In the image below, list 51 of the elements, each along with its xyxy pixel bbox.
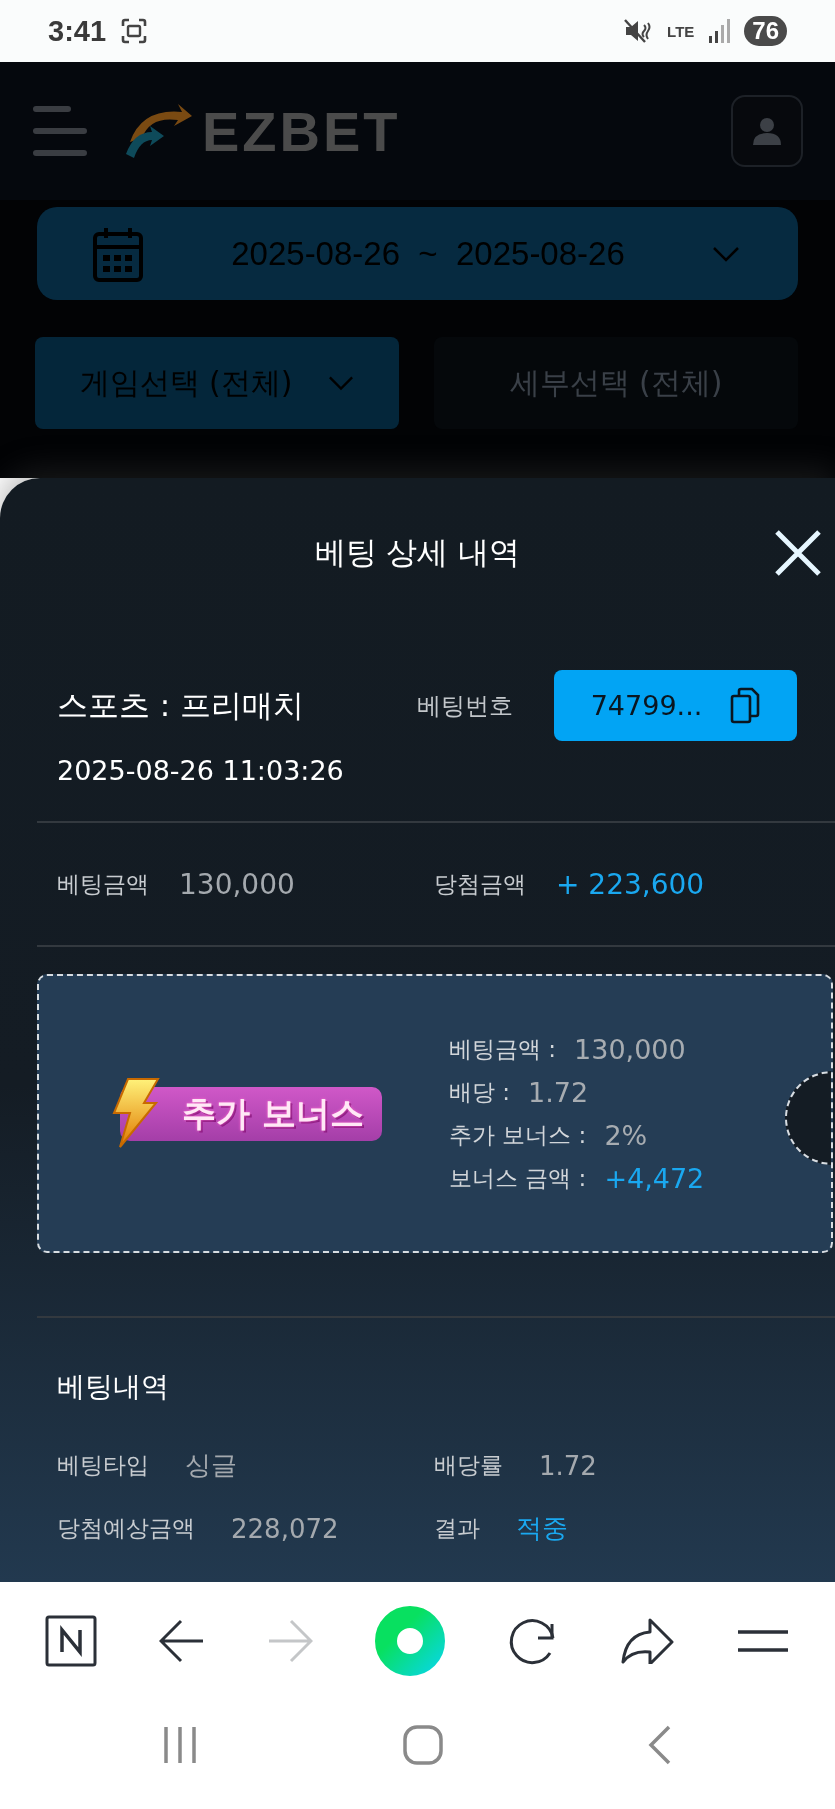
field-label: 결과 [434, 1514, 480, 1543]
field-value: 228,072 [231, 1513, 339, 1544]
field-value: 130,000 [179, 867, 295, 901]
copy-icon [730, 686, 761, 725]
field-value: 싱글 [185, 1449, 237, 1482]
ring-logo-icon[interactable] [375, 1606, 446, 1676]
menu-icon[interactable] [735, 1629, 790, 1653]
signal-icon [708, 18, 731, 44]
share-icon[interactable] [619, 1618, 674, 1664]
field-label: 당첨예상금액 [57, 1514, 195, 1543]
date-range-picker[interactable]: 2025-08-26 ~ 2025-08-26 [37, 207, 798, 300]
back-arrow-icon[interactable] [159, 1619, 206, 1663]
bet-datetime: 2025-08-26 11:03:26 [56, 755, 345, 786]
screenshot-icon [120, 17, 149, 45]
field-value: 적중 [516, 1512, 568, 1545]
section-title: 베팅내역 [56, 1369, 170, 1405]
field-label: 배당률 [434, 1451, 503, 1480]
user-icon [751, 115, 783, 147]
logo-text: EZBET [202, 98, 401, 164]
field-label: 배당 : [449, 1077, 511, 1107]
field-value: 1.72 [528, 1076, 589, 1108]
field-label: 베팅번호 [417, 690, 514, 722]
close-icon[interactable] [773, 528, 823, 578]
field-label: 보너스 금액 : [449, 1163, 587, 1193]
field-value: + 223,600 [556, 867, 705, 901]
back-icon[interactable] [647, 1724, 673, 1765]
detail-select[interactable]: 세부선택 (전체) [434, 337, 798, 429]
category-title: 스포츠 : 프리매치 [57, 685, 306, 725]
battery-level: 76 [744, 16, 787, 46]
account-button[interactable] [731, 95, 803, 167]
field-label: 베팅타입 [57, 1451, 149, 1480]
chevron-down-icon [328, 375, 355, 391]
field-label: 당첨금액 [434, 869, 526, 899]
recent-apps-icon[interactable] [162, 1724, 198, 1765]
field-label: 베팅금액 [57, 869, 149, 899]
game-select[interactable]: 게임선택 (전체) [35, 337, 399, 429]
home-icon[interactable] [402, 1724, 443, 1765]
n-box-icon[interactable] [45, 1615, 97, 1667]
field-value: 130,000 [574, 1033, 686, 1065]
badge-label: 추가 보너스 [182, 1091, 364, 1135]
field-label: 추가 보너스 : [449, 1120, 587, 1150]
lightning-icon [110, 1076, 160, 1149]
field-value: 1.72 [539, 1450, 597, 1481]
clock: 3:41 [48, 14, 107, 48]
field-label: 베팅금액 : [449, 1034, 557, 1064]
sheet-title: 베팅 상세 내역 [314, 533, 521, 572]
network-type: LTE [667, 22, 695, 40]
field-value: 2% [604, 1119, 648, 1151]
bet-number-copy-button[interactable]: 74799... [554, 670, 797, 741]
chevron-down-icon [712, 245, 740, 262]
field-value: +4,472 [604, 1162, 705, 1194]
